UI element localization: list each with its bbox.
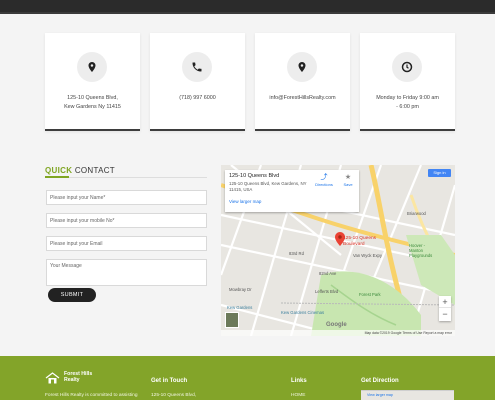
footer-map[interactable]: View larger map <box>361 390 454 400</box>
email-input[interactable] <box>46 236 207 251</box>
hoover-label: Hoover - Manton Playgrounds <box>409 243 433 258</box>
map-sign-in-button[interactable]: Sign in <box>428 169 451 177</box>
van-wyck-label: Van Wyck Expy <box>353 253 382 258</box>
rd-83-label: 83rd Rd <box>289 251 304 256</box>
submit-button[interactable]: SUBMIT <box>48 288 96 302</box>
forest-park-label: Forest Park <box>359 292 381 297</box>
footer-map-larger-link[interactable]: View larger map <box>367 393 393 397</box>
address-card: 125-10 Queens Blvd, Kew Gardens Ny 11415 <box>45 33 140 131</box>
map-attribution: Map data ©2019 Google Terms of Use Repor… <box>221 330 455 336</box>
email-card: info@ForestHillsRealty.com <box>255 33 350 131</box>
map-pin-label: 125-10 Queens Boulevard <box>343 236 377 247</box>
links-heading: Links <box>291 378 307 384</box>
phone-text: (718) 997 6000 <box>179 95 216 101</box>
zoom-in-button[interactable]: + <box>439 296 451 308</box>
message-textarea[interactable] <box>46 259 207 286</box>
zoom-controls: + − <box>439 296 451 321</box>
place-address: 125-10 Queens Blvd, Kew Gardens, NY 1141… <box>229 181 307 192</box>
directions-button[interactable]: ⤴ Directions <box>313 173 335 187</box>
save-button[interactable]: ★ Save <box>341 173 355 187</box>
cinemas-label: Kew Gardens Cinemas <box>281 310 325 315</box>
hero-banner-bottom <box>0 0 495 14</box>
get-in-touch-heading: Get in Touch <box>151 378 188 384</box>
view-larger-map-link[interactable]: View larger map <box>229 199 261 204</box>
satellite-thumbnail[interactable] <box>225 312 239 328</box>
phone-card: (718) 997 6000 <box>150 33 245 131</box>
name-input[interactable] <box>46 190 207 205</box>
get-direction-heading: Get Direction <box>361 378 399 384</box>
kew-gardens-label: Kew Gardens <box>227 305 253 310</box>
clock-icon <box>392 52 422 82</box>
map-pin-icon <box>77 52 107 82</box>
briarwood-label: Briarwood <box>407 211 426 216</box>
place-title: 125-10 Queens Blvd <box>229 173 280 179</box>
lefferts-label: Lefferts Blvd <box>315 289 339 294</box>
quick-contact-title: QUICK CONTACT <box>45 166 115 175</box>
phone-icon <box>182 52 212 82</box>
zoom-out-button[interactable]: − <box>439 308 451 320</box>
mobile-input[interactable] <box>46 213 207 228</box>
footer-link-home[interactable]: HOME <box>291 393 305 398</box>
directions-icon: ⤴ <box>320 174 328 181</box>
hours-card: Monday to Friday 9:00 am - 6:00 pm <box>360 33 455 131</box>
contact-cards: 125-10 Queens Blvd, Kew Gardens Ny 11415… <box>45 33 455 131</box>
footer-address: 125-10 Queens Blvd, <box>151 393 197 398</box>
title-underline <box>45 176 207 178</box>
footer-brand: Forest Hills Realty <box>64 371 93 383</box>
footer-description: Forest Hills Realty is committed to assi… <box>45 393 138 398</box>
star-icon: ★ <box>344 174 352 181</box>
map-place-card: 125-10 Queens Blvd 125-10 Queens Blvd, K… <box>225 170 359 212</box>
house-logo-icon <box>45 372 60 384</box>
address-text: 125-10 Queens Blvd, Kew Gardens Ny 11415 <box>64 95 121 110</box>
google-map[interactable]: 125-10 Queens Blvd 125-10 Queens Blvd, K… <box>221 165 455 336</box>
email-text[interactable]: info@ForestHillsRealty.com <box>259 94 346 103</box>
map-pin-icon <box>287 52 317 82</box>
ave-82-label: 82nd Ave <box>319 271 337 276</box>
google-logo: Google <box>326 322 347 328</box>
hours-text: Monday to Friday 9:00 am - 6:00 pm <box>376 95 439 110</box>
footer: Forest Hills Realty Forest Hills Realty … <box>0 356 495 400</box>
mowbray-label: Mowbray Dr <box>229 287 252 292</box>
